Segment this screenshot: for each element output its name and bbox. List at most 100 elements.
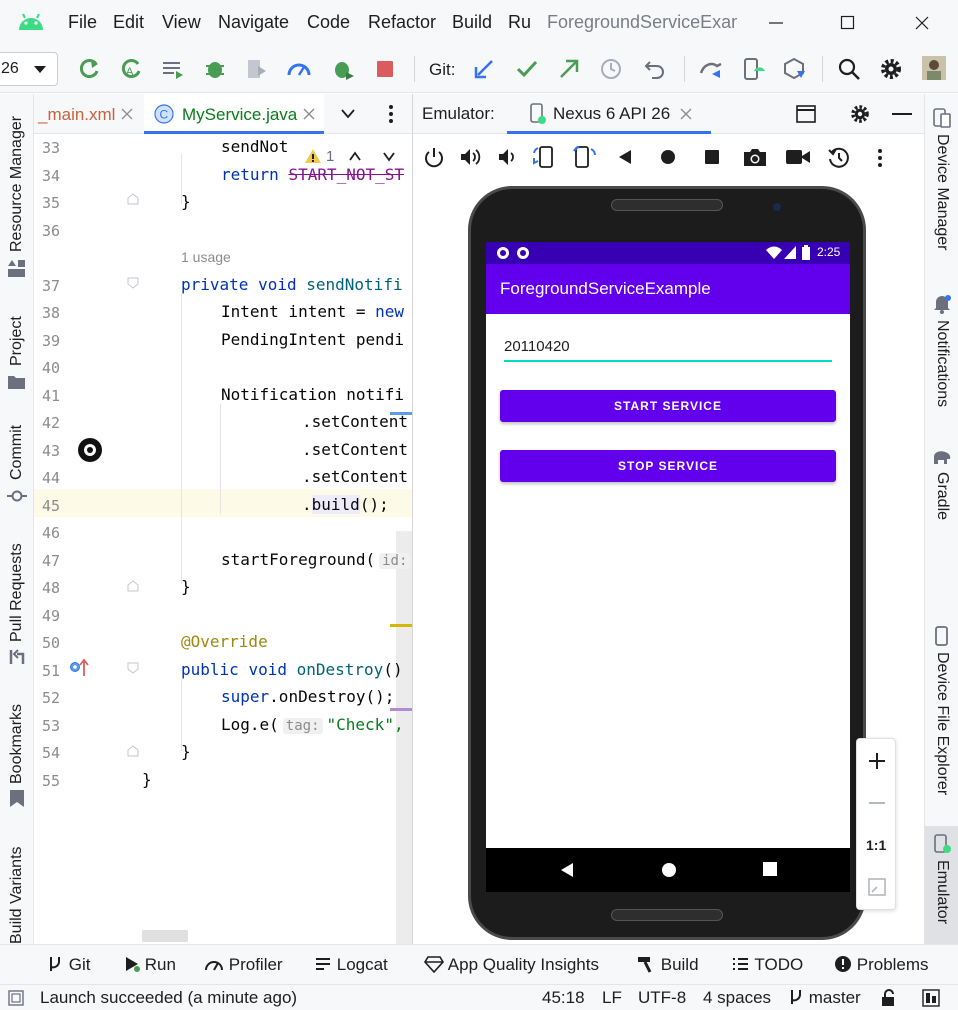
tool-logcat[interactable]: Logcat: [314, 955, 388, 975]
tool-commit[interactable]: Commit: [0, 404, 34, 514]
tool-problems[interactable]: Problems: [834, 955, 929, 975]
tool-device-file-explorer[interactable]: Device File Explorer: [925, 624, 958, 804]
device-screen[interactable]: 2:25 ForegroundServiceExample 20110420 S…: [486, 242, 850, 848]
indent-setting[interactable]: 4 spaces: [703, 988, 771, 1008]
unlock-icon[interactable]: [880, 989, 898, 1007]
menu-file[interactable]: File: [68, 12, 97, 33]
back-icon[interactable]: [617, 149, 633, 165]
editor-scrollbar[interactable]: [396, 531, 412, 944]
stop-icon[interactable]: [372, 56, 398, 82]
notification-gutter-icon[interactable]: [76, 436, 104, 464]
screenshot-camera-icon[interactable]: [743, 147, 767, 167]
coverage-icon[interactable]: [244, 56, 270, 82]
zoom-in-icon[interactable]: [867, 751, 887, 771]
tool-run[interactable]: Run: [124, 955, 176, 975]
nav-back-icon[interactable]: [560, 862, 574, 878]
emulator-settings-gear-icon[interactable]: [849, 103, 871, 125]
toggle-tool-windows-icon[interactable]: [8, 990, 24, 1006]
inspection-widget[interactable]: 1: [304, 146, 404, 168]
caret-position[interactable]: 45:18: [542, 988, 585, 1008]
sdk-manager-icon[interactable]: [782, 56, 808, 82]
home-icon[interactable]: [661, 150, 675, 164]
fold-marker-icon[interactable]: [127, 745, 139, 757]
tab-activity-main-xml[interactable]: _main.xml: [34, 94, 142, 134]
tool-build[interactable]: Build: [636, 955, 699, 975]
tool-emulator[interactable]: Emulator: [925, 826, 958, 944]
tool-device-manager[interactable]: Device Manager: [925, 104, 958, 264]
close-tab-icon[interactable]: [679, 107, 693, 121]
attach-debugger-icon[interactable]: [330, 56, 356, 82]
maximize-window-icon[interactable]: [838, 13, 858, 33]
fold-marker-icon[interactable]: [127, 580, 139, 592]
git-history-icon[interactable]: [598, 56, 624, 82]
tool-profiler[interactable]: Profiler: [204, 955, 283, 975]
minimize-window-icon[interactable]: [766, 13, 786, 33]
close-window-icon[interactable]: [912, 13, 932, 33]
sync-gradle-icon[interactable]: [698, 56, 724, 82]
tab-list-chevron-icon[interactable]: [340, 107, 356, 121]
more-options-icon[interactable]: [384, 103, 398, 125]
volume-down-icon[interactable]: [497, 146, 519, 168]
tool-todo[interactable]: TODO: [732, 955, 803, 975]
tool-gradle[interactable]: Gradle: [925, 446, 958, 526]
tab-myservice-java[interactable]: C MyService.java: [144, 94, 324, 134]
run-config-dropdown[interactable]: 26: [0, 52, 58, 86]
close-tab-icon[interactable]: [302, 107, 316, 121]
emulator-more-icon[interactable]: [875, 147, 885, 169]
settings-gear-icon[interactable]: [878, 56, 904, 82]
tool-app-quality-insights[interactable]: App Quality Insights: [424, 955, 599, 975]
tool-project[interactable]: Project: [0, 294, 34, 394]
stop-service-button[interactable]: STOP SERVICE: [500, 450, 836, 482]
horizontal-scrollbar[interactable]: [142, 930, 188, 942]
volume-up-icon[interactable]: [459, 146, 483, 168]
profile-icon[interactable]: [286, 56, 312, 82]
menu-view[interactable]: View: [162, 12, 201, 33]
git-push-icon[interactable]: [556, 56, 582, 82]
next-problem-icon[interactable]: [382, 150, 396, 162]
tool-pull-requests[interactable]: Pull Requests: [0, 534, 34, 674]
rotate-left-icon[interactable]: [531, 145, 557, 169]
nav-overview-icon[interactable]: [763, 862, 777, 876]
user-avatar-icon[interactable]: [922, 56, 948, 82]
memory-indicator-icon[interactable]: [922, 989, 940, 1007]
git-branch-widget[interactable]: master: [788, 988, 861, 1008]
tool-git[interactable]: Git: [46, 955, 90, 975]
line-separator[interactable]: LF: [602, 988, 622, 1008]
window-layout-icon[interactable]: [795, 104, 817, 124]
tab-nexus-6-api-26[interactable]: Nexus 6 API 26: [507, 94, 711, 134]
menu-edit[interactable]: Edit: [113, 12, 144, 33]
device-manager-icon[interactable]: [740, 56, 766, 82]
number-input[interactable]: 20110420: [504, 334, 832, 362]
run-list-icon[interactable]: [160, 56, 186, 82]
power-icon[interactable]: [423, 146, 445, 168]
tool-bookmarks[interactable]: Bookmarks: [0, 694, 34, 814]
overrides-method-icon[interactable]: [68, 658, 90, 678]
git-commit-icon[interactable]: [514, 56, 540, 82]
fold-marker-icon[interactable]: [127, 662, 139, 674]
hide-panel-icon[interactable]: [891, 112, 913, 116]
tool-build-variants[interactable]: Build Variants: [0, 834, 34, 944]
zoom-actual-size[interactable]: 1:1: [866, 837, 886, 853]
search-icon[interactable]: [836, 56, 862, 82]
zoom-out-icon[interactable]: [867, 793, 887, 813]
menu-code[interactable]: Code: [307, 12, 350, 33]
overview-icon[interactable]: [705, 150, 719, 164]
file-encoding[interactable]: UTF-8: [638, 988, 686, 1008]
nav-home-icon[interactable]: [661, 862, 677, 878]
start-service-button[interactable]: START SERVICE: [500, 390, 836, 422]
apply-changes-icon[interactable]: A: [118, 56, 144, 82]
fit-screen-icon[interactable]: [867, 877, 887, 897]
snapshot-icon[interactable]: [827, 146, 851, 170]
tool-resource-manager[interactable]: Resource Manager: [0, 94, 34, 284]
close-tab-icon[interactable]: [120, 107, 134, 121]
rotate-right-icon[interactable]: [571, 145, 597, 169]
usage-hint[interactable]: 1 usage: [181, 249, 231, 265]
menu-navigate[interactable]: Navigate: [218, 12, 289, 33]
git-update-icon[interactable]: [472, 56, 498, 82]
fold-marker-icon[interactable]: [127, 193, 139, 205]
tool-notifications[interactable]: Notifications: [925, 292, 958, 422]
previous-problem-icon[interactable]: [348, 150, 362, 162]
menu-build[interactable]: Build: [452, 12, 492, 33]
screen-record-icon[interactable]: [785, 149, 811, 165]
rerun-icon[interactable]: [76, 56, 102, 82]
